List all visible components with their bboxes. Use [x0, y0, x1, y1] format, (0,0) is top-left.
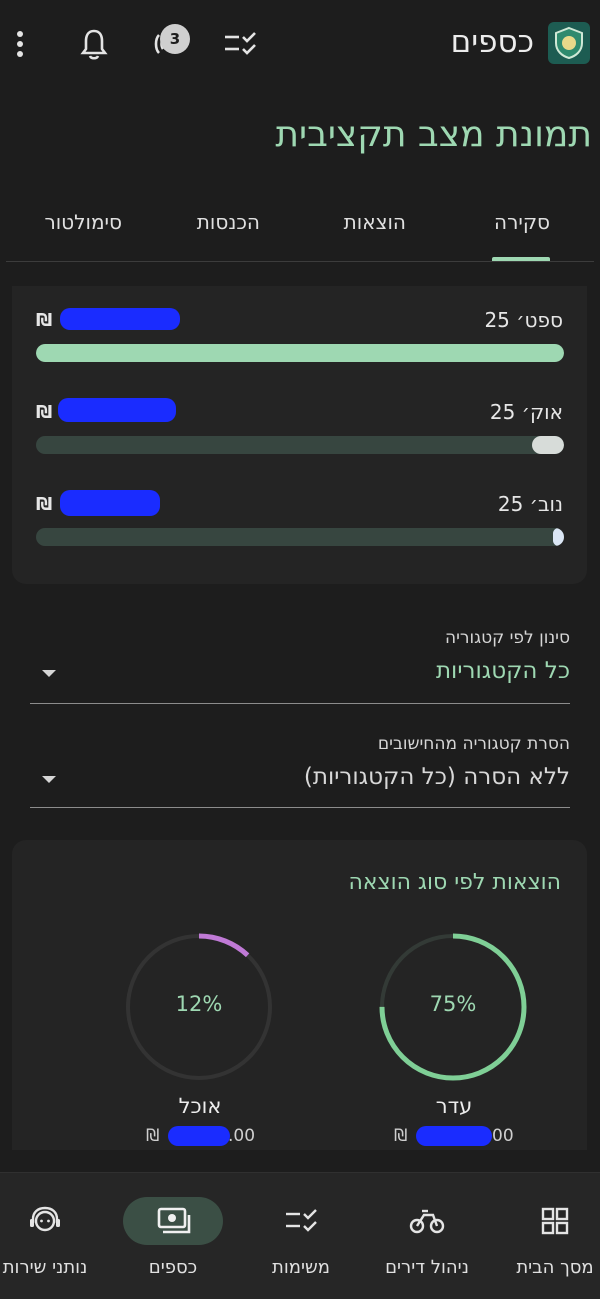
redacted-amount	[58, 398, 176, 422]
bottom-navigation: מסך הבית ניהול דירים משימות כספים נותני …	[0, 1172, 600, 1299]
tab-expenses[interactable]: הוצאות	[344, 210, 406, 234]
donut-amount-suffix: .00	[228, 1126, 256, 1146]
exclude-category-label: הסרת קטגוריה מהחישובים	[377, 734, 570, 754]
month-progress-bar	[36, 528, 564, 546]
app-bar: כספים 3	[0, 0, 600, 92]
expense-types-title: הוצאות לפי סוג הוצאה	[348, 870, 561, 895]
redacted-amount	[60, 490, 160, 516]
nav-item-home[interactable]: מסך הבית	[490, 1173, 600, 1299]
tab-simulator[interactable]: סימולטור	[44, 210, 122, 234]
nav-label: נותני שירות	[2, 1257, 88, 1278]
exclude-category-dropdown[interactable]: הסרת קטגוריה מהחישובים ללא הסרה (כל הקטג…	[30, 732, 570, 808]
bicycle-icon	[377, 1197, 477, 1245]
notification-count-badge: 3	[160, 24, 190, 54]
nav-label: כספים	[148, 1257, 198, 1278]
nav-label: משימות	[272, 1257, 330, 1278]
dropdown-arrow-icon	[42, 776, 56, 783]
donut-percent: 75%	[429, 992, 477, 1016]
checklist-icon[interactable]	[220, 24, 260, 64]
bell-icon[interactable]	[74, 24, 114, 64]
tab-income[interactable]: הכנסות	[197, 210, 260, 234]
active-tab-indicator	[492, 257, 550, 261]
month-row[interactable]: אוק׳ 25 ₪	[12, 398, 587, 470]
category-filter-value: כל הקטגוריות	[435, 658, 570, 684]
nav-item-tasks[interactable]: משימות	[236, 1173, 366, 1299]
money-icon	[123, 1197, 223, 1245]
month-label: אוק׳ 25	[489, 400, 563, 424]
currency-symbol: ₪	[36, 402, 53, 423]
category-filter-label: סינון לפי קטגוריה	[444, 628, 570, 648]
app-logo-icon	[548, 22, 590, 64]
donut-name: אוכל	[178, 1094, 222, 1118]
tab-bar: סקירה הוצאות הכנסות סימולטור	[6, 196, 594, 262]
month-progress-fill	[553, 528, 564, 546]
nav-item-tenants[interactable]: ניהול דירים	[362, 1173, 492, 1299]
month-label: ספט׳ 25	[484, 308, 563, 332]
donut-percent: 12%	[175, 992, 223, 1016]
nav-item-finance[interactable]: כספים	[108, 1173, 238, 1299]
month-row[interactable]: נוב׳ 25 ₪	[12, 490, 587, 562]
month-progress-fill	[36, 344, 564, 362]
redacted-amount	[416, 1126, 492, 1146]
monthly-overview-card: ספט׳ 25 ₪ אוק׳ 25 ₪ נוב׳ 25 ₪	[12, 286, 587, 584]
redacted-amount	[168, 1126, 230, 1146]
tab-overview[interactable]: סקירה	[494, 210, 550, 234]
expense-types-card: הוצאות לפי סוג הוצאה 75% עדר ₪ 00 12% או…	[12, 840, 587, 1150]
support-agent-icon	[0, 1197, 95, 1245]
nav-item-service-providers[interactable]: נותני שירות	[0, 1173, 110, 1299]
app-title: כספים	[450, 24, 534, 60]
month-progress-bar	[36, 344, 564, 362]
category-filter-dropdown[interactable]: סינון לפי קטגוריה כל הקטגוריות	[30, 626, 570, 704]
donut-amount-suffix: 00	[492, 1126, 514, 1146]
checklist-icon	[251, 1197, 351, 1245]
donut-amount-prefix: ₪	[146, 1126, 160, 1146]
dropdown-arrow-icon	[42, 670, 56, 677]
exclude-category-value: ללא הסרה (כל הקטגוריות)	[303, 764, 570, 790]
page-title: תמונת מצב תקציבית	[275, 114, 592, 155]
grid-icon	[505, 1197, 600, 1245]
month-row[interactable]: ספט׳ 25 ₪	[12, 308, 587, 378]
nav-label: ניהול דירים	[385, 1257, 469, 1278]
redacted-amount	[60, 308, 180, 330]
month-progress-bar	[36, 436, 564, 454]
donut-name: עדר	[435, 1094, 473, 1118]
currency-symbol: ₪	[36, 494, 53, 515]
currency-symbol: ₪	[36, 310, 53, 331]
more-vert-icon[interactable]	[0, 24, 40, 64]
month-label: נוב׳ 25	[497, 492, 563, 516]
donut-amount-prefix: ₪	[394, 1126, 408, 1146]
nav-label: מסך הבית	[516, 1257, 594, 1278]
month-progress-fill	[532, 436, 564, 454]
